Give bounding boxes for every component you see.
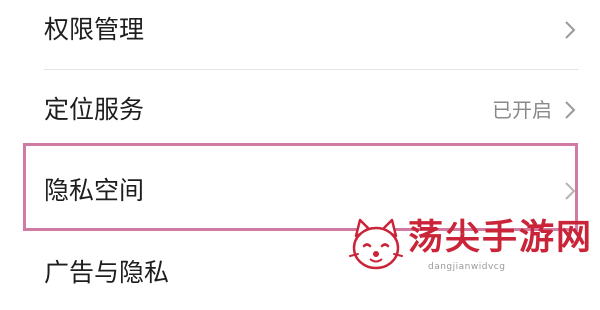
settings-item-label: 隐私空间 [44,176,145,205]
settings-item-label: 广告与隐私 [44,258,170,287]
location-status-value: 已开启 [492,98,552,122]
chevron-right-icon [564,20,576,40]
watermark-brand: 荡尖手游网 [408,218,594,258]
fox-logo-icon [349,218,403,270]
settings-item-permission-management[interactable]: 权限管理 [0,0,600,70]
settings-item-location-services[interactable]: 定位服务 已开启 [0,70,600,150]
watermark-url: dangjianwidvcg [428,262,506,272]
watermark: 荡尖手游网 dangjianwidvcg [340,212,595,280]
chevron-right-icon [564,100,576,120]
chevron-right-icon [564,181,576,201]
settings-item-label: 权限管理 [44,15,145,44]
settings-item-label: 定位服务 [44,95,145,124]
